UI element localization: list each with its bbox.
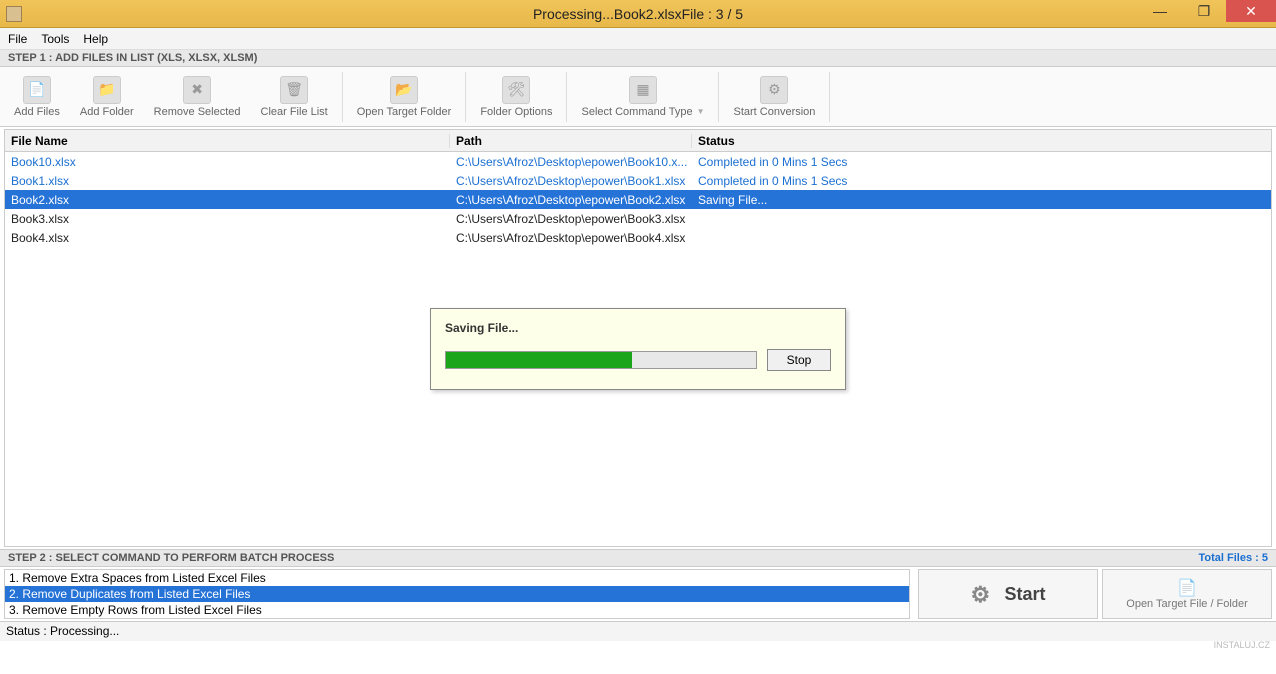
folder-options-label: Folder Options: [480, 106, 552, 118]
cell-file: Book3.xlsx: [5, 212, 450, 226]
cell-status: Completed in 0 Mins 1 Secs: [692, 174, 892, 188]
watermark: INSTALUJ.CZ: [1214, 640, 1270, 650]
menubar: File Tools Help: [0, 28, 1276, 50]
window-title: Processing...Book2.xlsxFile : 3 / 5: [533, 6, 743, 22]
start-conversion-icon: ⚙: [760, 76, 788, 104]
toolbar-separator: [829, 72, 830, 122]
cell-file: Book4.xlsx: [5, 231, 450, 245]
remove-selected-icon: ✖: [183, 76, 211, 104]
maximize-button[interactable]: ❐: [1182, 0, 1226, 22]
select-command-icon: ▦: [629, 76, 657, 104]
table-header: File Name Path Status: [5, 130, 1271, 152]
toolbar: 📄 Add Files 📁 Add Folder ✖ Remove Select…: [0, 67, 1276, 127]
col-path-header[interactable]: Path: [450, 134, 692, 148]
toolbar-separator: [718, 72, 719, 122]
add-folder-icon: 📁: [93, 76, 121, 104]
start-conversion-button[interactable]: ⚙ Start Conversion: [723, 69, 825, 125]
remove-selected-label: Remove Selected: [154, 106, 241, 118]
add-files-button[interactable]: 📄 Add Files: [4, 69, 70, 125]
cell-path: C:\Users\Afroz\Desktop\epower\Book2.xlsx: [450, 193, 692, 207]
open-target-label: Open Target Folder: [357, 106, 452, 118]
clear-list-icon: 🗑: [280, 76, 308, 104]
folder-options-button[interactable]: 🛠 Folder Options: [470, 69, 562, 125]
cell-status: Completed in 0 Mins 1 Secs: [692, 155, 892, 169]
open-target-folder-button[interactable]: 📄 Open Target File / Folder: [1102, 569, 1272, 619]
toolbar-separator: [342, 72, 343, 122]
chevron-down-icon: ▼: [697, 107, 705, 116]
folder-icon: 📄: [1177, 578, 1197, 598]
open-target-folder-label: Open Target File / Folder: [1126, 598, 1247, 610]
progress-bar: [445, 351, 757, 369]
table-row[interactable]: Book3.xlsxC:\Users\Afroz\Desktop\epower\…: [5, 209, 1271, 228]
titlebar: Processing...Book2.xlsxFile : 3 / 5 — ❐ …: [0, 0, 1276, 28]
stop-button[interactable]: Stop: [767, 349, 831, 371]
cell-status: Saving File...: [692, 193, 892, 207]
command-list[interactable]: 1. Remove Extra Spaces from Listed Excel…: [4, 569, 910, 619]
add-folder-button[interactable]: 📁 Add Folder: [70, 69, 144, 125]
start-conversion-label: Start Conversion: [733, 106, 815, 118]
table-row[interactable]: Book2.xlsxC:\Users\Afroz\Desktop\epower\…: [5, 190, 1271, 209]
table-row[interactable]: Book1.xlsxC:\Users\Afroz\Desktop\epower\…: [5, 171, 1271, 190]
cell-file: Book10.xlsx: [5, 155, 450, 169]
step2-header: STEP 2 : SELECT COMMAND TO PERFORM BATCH…: [0, 549, 1276, 567]
close-button[interactable]: ✕: [1226, 0, 1276, 22]
cell-file: Book2.xlsx: [5, 193, 450, 207]
command-item[interactable]: 1. Remove Extra Spaces from Listed Excel…: [5, 570, 909, 586]
table-body: Book10.xlsxC:\Users\Afroz\Desktop\epower…: [5, 152, 1271, 247]
total-files: Total Files : 5: [1199, 552, 1268, 564]
app-icon: [6, 6, 22, 22]
cell-path: C:\Users\Afroz\Desktop\epower\Book4.xlsx: [450, 231, 692, 245]
col-file-header[interactable]: File Name: [5, 134, 450, 148]
progress-dialog: Saving File... Stop: [430, 308, 846, 390]
remove-selected-button[interactable]: ✖ Remove Selected: [144, 69, 251, 125]
cell-file: Book1.xlsx: [5, 174, 450, 188]
menu-tools[interactable]: Tools: [41, 32, 69, 46]
cell-path: C:\Users\Afroz\Desktop\epower\Book1.xlsx: [450, 174, 692, 188]
menu-help[interactable]: Help: [83, 32, 108, 46]
cell-path: C:\Users\Afroz\Desktop\epower\Book3.xlsx: [450, 212, 692, 226]
clear-list-label: Clear File List: [261, 106, 328, 118]
table-row[interactable]: Book10.xlsxC:\Users\Afroz\Desktop\epower…: [5, 152, 1271, 171]
open-target-button[interactable]: 📂 Open Target Folder: [347, 69, 462, 125]
add-folder-label: Add Folder: [80, 106, 134, 118]
table-row[interactable]: Book4.xlsxC:\Users\Afroz\Desktop\epower\…: [5, 228, 1271, 247]
menu-file[interactable]: File: [8, 32, 27, 46]
open-target-icon: 📂: [390, 76, 418, 104]
select-command-button[interactable]: ▦ Select Command Type ▼: [571, 69, 714, 125]
command-item[interactable]: 3. Remove Empty Rows from Listed Excel F…: [5, 602, 909, 618]
bottom-area: 1. Remove Extra Spaces from Listed Excel…: [0, 567, 1276, 621]
clear-list-button[interactable]: 🗑 Clear File List: [251, 69, 338, 125]
add-files-label: Add Files: [14, 106, 60, 118]
command-item[interactable]: 2. Remove Duplicates from Listed Excel F…: [5, 586, 909, 602]
start-button[interactable]: ⚙ Start: [918, 569, 1098, 619]
select-command-label: Select Command Type: [581, 106, 692, 118]
toolbar-separator: [566, 72, 567, 122]
step2-label: STEP 2 : SELECT COMMAND TO PERFORM BATCH…: [8, 552, 334, 564]
toolbar-separator: [465, 72, 466, 122]
gear-icon: ⚙: [970, 582, 994, 606]
col-status-header[interactable]: Status: [692, 134, 892, 148]
window-controls: — ❐ ✕: [1138, 0, 1276, 22]
progress-fill: [446, 352, 632, 368]
start-label: Start: [1004, 584, 1045, 605]
folder-options-icon: 🛠: [502, 76, 530, 104]
progress-label: Saving File...: [445, 321, 831, 335]
cell-path: C:\Users\Afroz\Desktop\epower\Book10.x..…: [450, 155, 692, 169]
statusbar: Status : Processing...: [0, 621, 1276, 641]
add-files-icon: 📄: [23, 76, 51, 104]
step1-header: STEP 1 : ADD FILES IN LIST (XLS, XLSX, X…: [0, 50, 1276, 67]
minimize-button[interactable]: —: [1138, 0, 1182, 22]
